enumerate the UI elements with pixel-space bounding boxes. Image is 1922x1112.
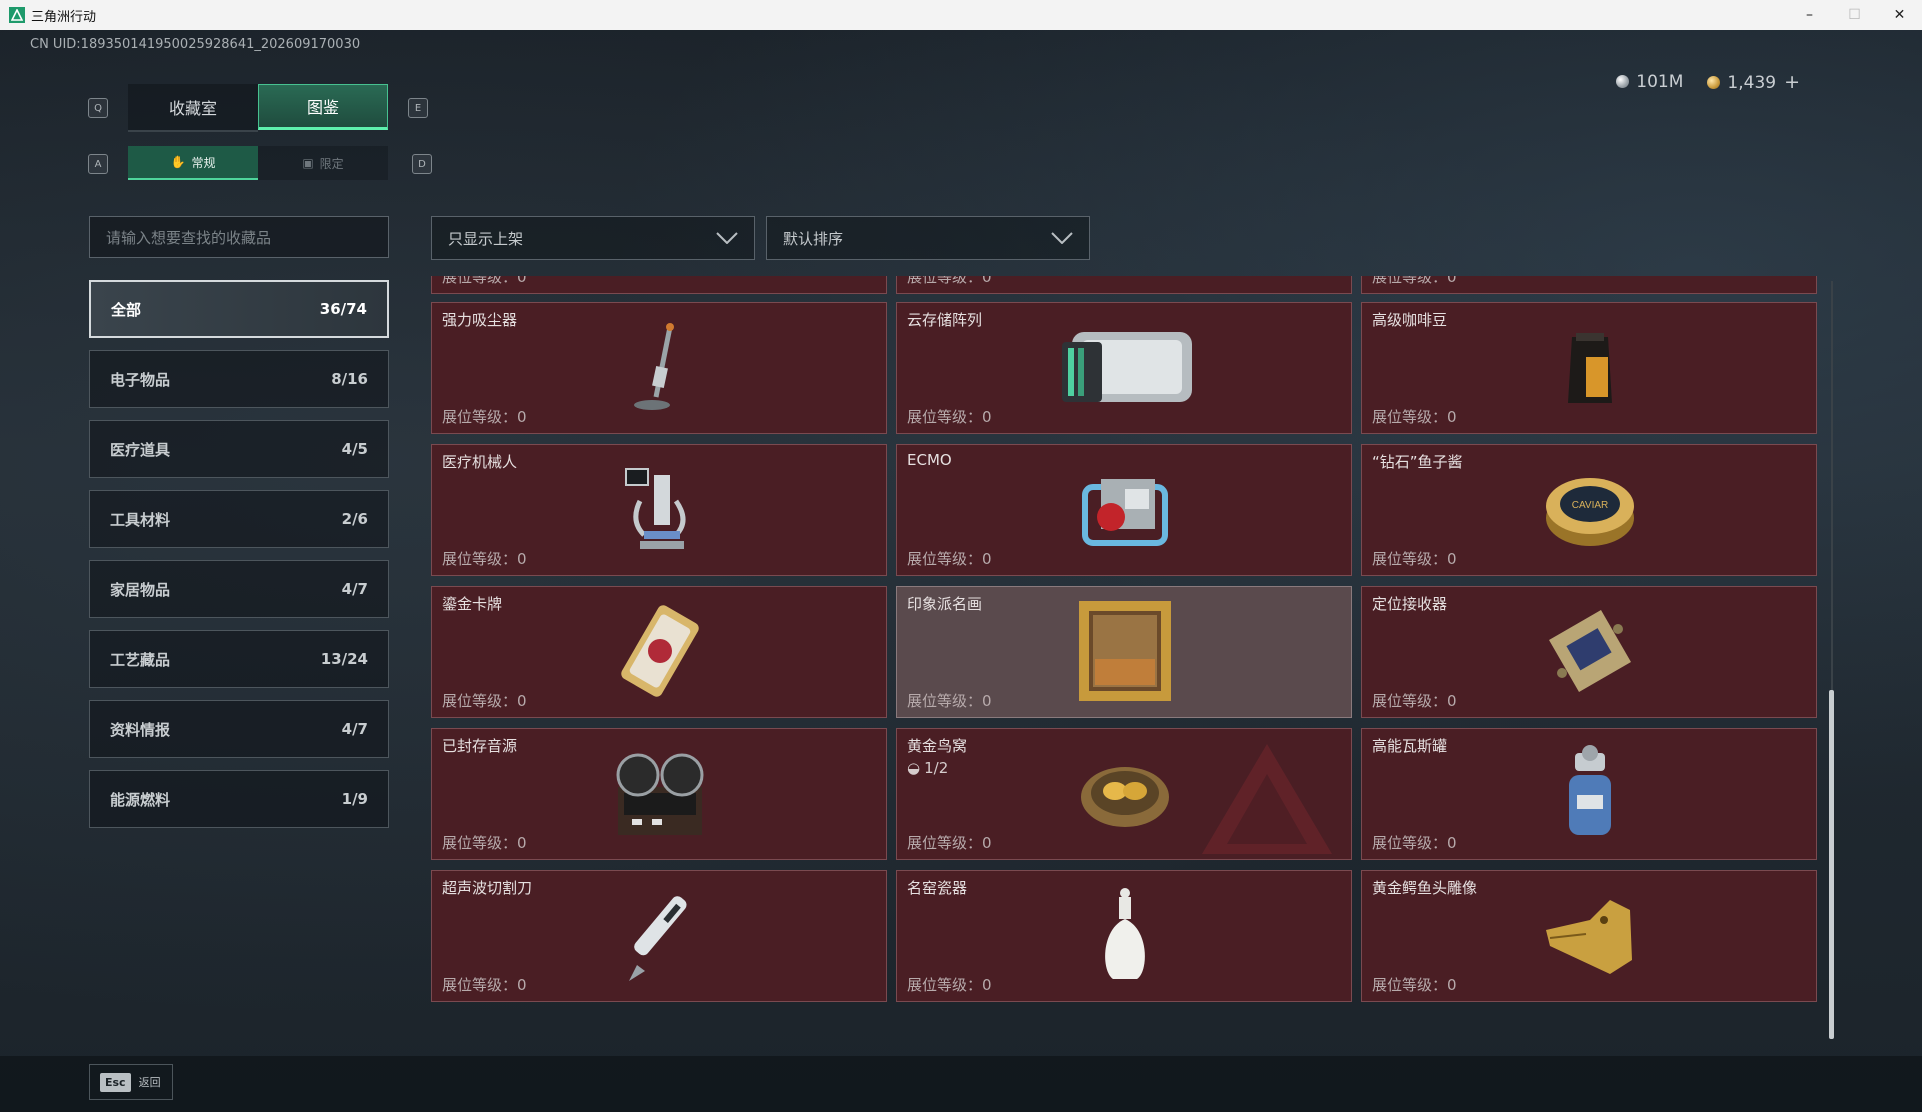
item-grid: 展位等级：0 展位等级：0 展位等级：0 强力吸尘器 展位等级：0 云存储阵列 … [431, 276, 1821, 1039]
category-crafts[interactable]: 工艺藏品 13/24 [89, 630, 389, 688]
gold-crocodile-icon [1540, 885, 1640, 985]
item-card-vacuum[interactable]: 强力吸尘器 展位等级：0 [431, 302, 887, 434]
minimize-button[interactable]: – [1787, 0, 1832, 30]
sort-dropdown[interactable]: 默认排序 [766, 216, 1090, 260]
item-card-sealed-audio[interactable]: 已封存音源 展位等级：0 [431, 728, 887, 860]
item-card-gas-canister[interactable]: 高能瓦斯罐 展位等级：0 [1361, 728, 1817, 860]
ultrasonic-knife-icon [610, 885, 710, 985]
medical-robot-icon [610, 459, 710, 559]
maximize-button[interactable]: ☐ [1832, 0, 1877, 30]
silver-coin-icon [1616, 75, 1630, 88]
item-card-ultrasonic-cutter[interactable]: 超声波切割刀 展位等级：0 [431, 870, 887, 1002]
key-hint-a: A [88, 154, 108, 174]
add-currency-button[interactable]: + [1784, 71, 1800, 93]
category-medical[interactable]: 医疗道具 4/5 [89, 420, 389, 478]
caviar-tin-icon: CAVIAR [1540, 459, 1640, 559]
image-icon: ▣ [302, 156, 314, 170]
reel-recorder-icon [610, 743, 710, 843]
key-hint-q: Q [88, 98, 108, 118]
category-fuel[interactable]: 能源燃料 1/9 [89, 770, 389, 828]
framed-painting-icon [1075, 601, 1175, 701]
item-card-gold-crocodile[interactable]: 黄金鳄鱼头雕像 展位等级：0 [1361, 870, 1817, 1002]
item-card-medical-robot[interactable]: 医疗机械人 展位等级：0 [431, 444, 887, 576]
item-card-caviar[interactable]: “钻石”鱼子酱 CAVIAR 展位等级：0 [1361, 444, 1817, 576]
subtab-limited[interactable]: ▣ 限定 [258, 146, 388, 180]
svg-text:CAVIAR: CAVIAR [1572, 500, 1609, 511]
hand-icon: ✋ [170, 155, 186, 169]
item-card-partial[interactable]: 展位等级：0 [896, 276, 1352, 294]
back-button[interactable]: Esc 返回 [89, 1064, 173, 1100]
key-hint-e: E [408, 98, 428, 118]
gas-canister-icon [1540, 743, 1640, 843]
nest-icon: ◒ [907, 759, 921, 777]
item-card-partial[interactable]: 展位等级：0 [431, 276, 887, 294]
golden-nest-icon [1075, 743, 1175, 843]
ecmo-machine-icon [1075, 459, 1175, 559]
chevron-down-icon [716, 232, 738, 244]
coffee-bag-icon [1540, 317, 1640, 417]
item-card-impressionist-painting[interactable]: 印象派名画 展位等级：0 [896, 586, 1352, 718]
category-household[interactable]: 家居物品 4/7 [89, 560, 389, 618]
delta-force-logo-icon [9, 7, 25, 23]
gold-balance: 1,439 + [1707, 71, 1800, 93]
porcelain-vase-icon [1075, 885, 1175, 985]
search-input[interactable]: 请输入想要查找的收藏品 [89, 216, 389, 258]
silver-balance: 101M [1616, 72, 1683, 92]
item-card-ecmo[interactable]: ECMO 展位等级：0 [896, 444, 1352, 576]
tab-collection-room[interactable]: 收藏室 [128, 84, 258, 132]
gilded-card-icon [610, 601, 710, 701]
game-viewport: CN UID:1893501419500259286​41_2026091700… [0, 30, 1922, 1112]
item-card-cloud-storage[interactable]: 云存储阵列 展位等级：0 [896, 302, 1352, 434]
gold-coin-icon [1707, 76, 1721, 89]
item-card-coffee[interactable]: 高级咖啡豆 展位等级：0 [1361, 302, 1817, 434]
user-uid: CN UID:1893501419500259286​41_2026091700… [30, 37, 361, 52]
key-hint-d: D [412, 154, 432, 174]
currency-display: 101M 1,439 + [1616, 71, 1800, 93]
category-list: 全部 36/74 电子物品 8/16 医疗道具 4/5 工具材料 2/6 家居物品 4/7… [89, 280, 389, 840]
scrollbar-thumb[interactable] [1829, 690, 1834, 1039]
window-title: 三角洲行动 [31, 9, 97, 25]
item-card-gilded-card[interactable]: 鎏金卡牌 展位等级：0 [431, 586, 887, 718]
subtab-normal[interactable]: ✋ 常规 [128, 146, 258, 180]
window-titlebar: 三角洲行动 – ☐ ✕ [0, 0, 1922, 30]
delta-watermark-icon [1202, 744, 1332, 854]
item-card-porcelain[interactable]: 名窑瓷器 展位等级：0 [896, 870, 1352, 1002]
bottom-bar [0, 1056, 1922, 1112]
close-button[interactable]: ✕ [1877, 0, 1922, 30]
category-tools[interactable]: 工具材料 2/6 [89, 490, 389, 548]
storage-array-icon [1047, 317, 1207, 417]
esc-key-hint: Esc [100, 1072, 131, 1092]
item-card-locator-receiver[interactable]: 定位接收器 展位等级：0 [1361, 586, 1817, 718]
locator-receiver-icon [1540, 601, 1640, 701]
item-card-partial[interactable]: 展位等级：0 [1361, 276, 1817, 294]
vacuum-cleaner-icon [610, 317, 710, 417]
category-all[interactable]: 全部 36/74 [89, 280, 389, 338]
tab-codex[interactable]: 图鉴 [258, 84, 388, 130]
display-filter-dropdown[interactable]: 只显示上架 [431, 216, 755, 260]
category-electronics[interactable]: 电子物品 8/16 [89, 350, 389, 408]
item-card-golden-nest[interactable]: 黄金鸟窝 ◒ 1/2 展位等级：0 [896, 728, 1352, 860]
category-intel[interactable]: 资料情报 4/7 [89, 700, 389, 758]
chevron-down-icon [1051, 232, 1073, 244]
